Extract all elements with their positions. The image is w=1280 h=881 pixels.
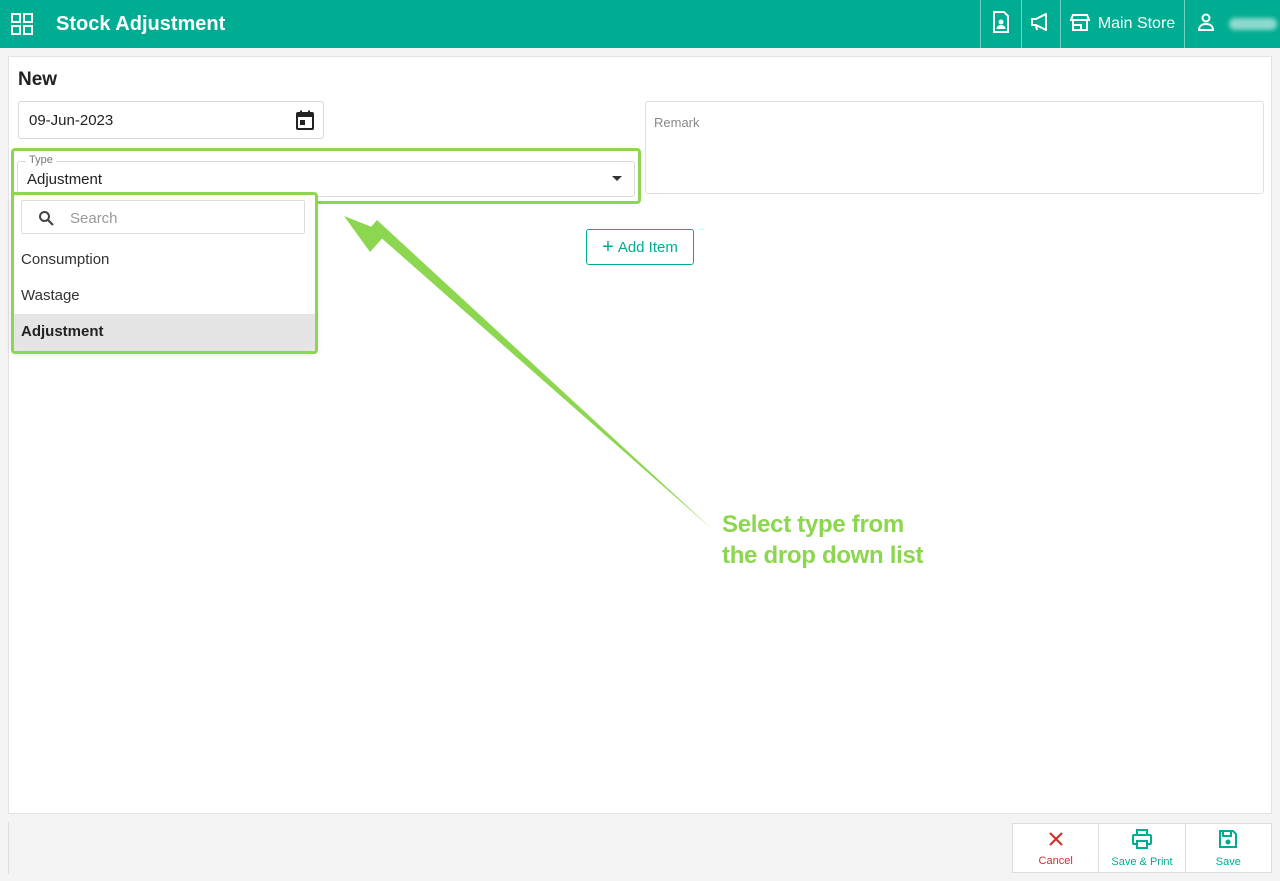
close-icon — [1047, 830, 1065, 853]
cancel-label: Cancel — [1038, 854, 1073, 867]
save-print-label: Save & Print — [1111, 855, 1173, 868]
annotation-line-1: Select type from — [722, 511, 904, 538]
save-label: Save — [1215, 855, 1241, 868]
annotation-arrow — [344, 216, 713, 530]
save-print-button[interactable]: Save & Print — [1098, 824, 1184, 872]
action-buttons: Cancel Save & Print Save — [1012, 823, 1272, 873]
floppy-disk-icon — [1218, 829, 1238, 854]
annotation-line-2: the drop down list — [722, 542, 924, 569]
cancel-button[interactable]: Cancel — [1013, 824, 1098, 872]
save-button[interactable]: Save — [1184, 824, 1271, 872]
printer-icon — [1131, 828, 1153, 854]
annotation-text: Select type from the drop down list — [722, 509, 924, 571]
